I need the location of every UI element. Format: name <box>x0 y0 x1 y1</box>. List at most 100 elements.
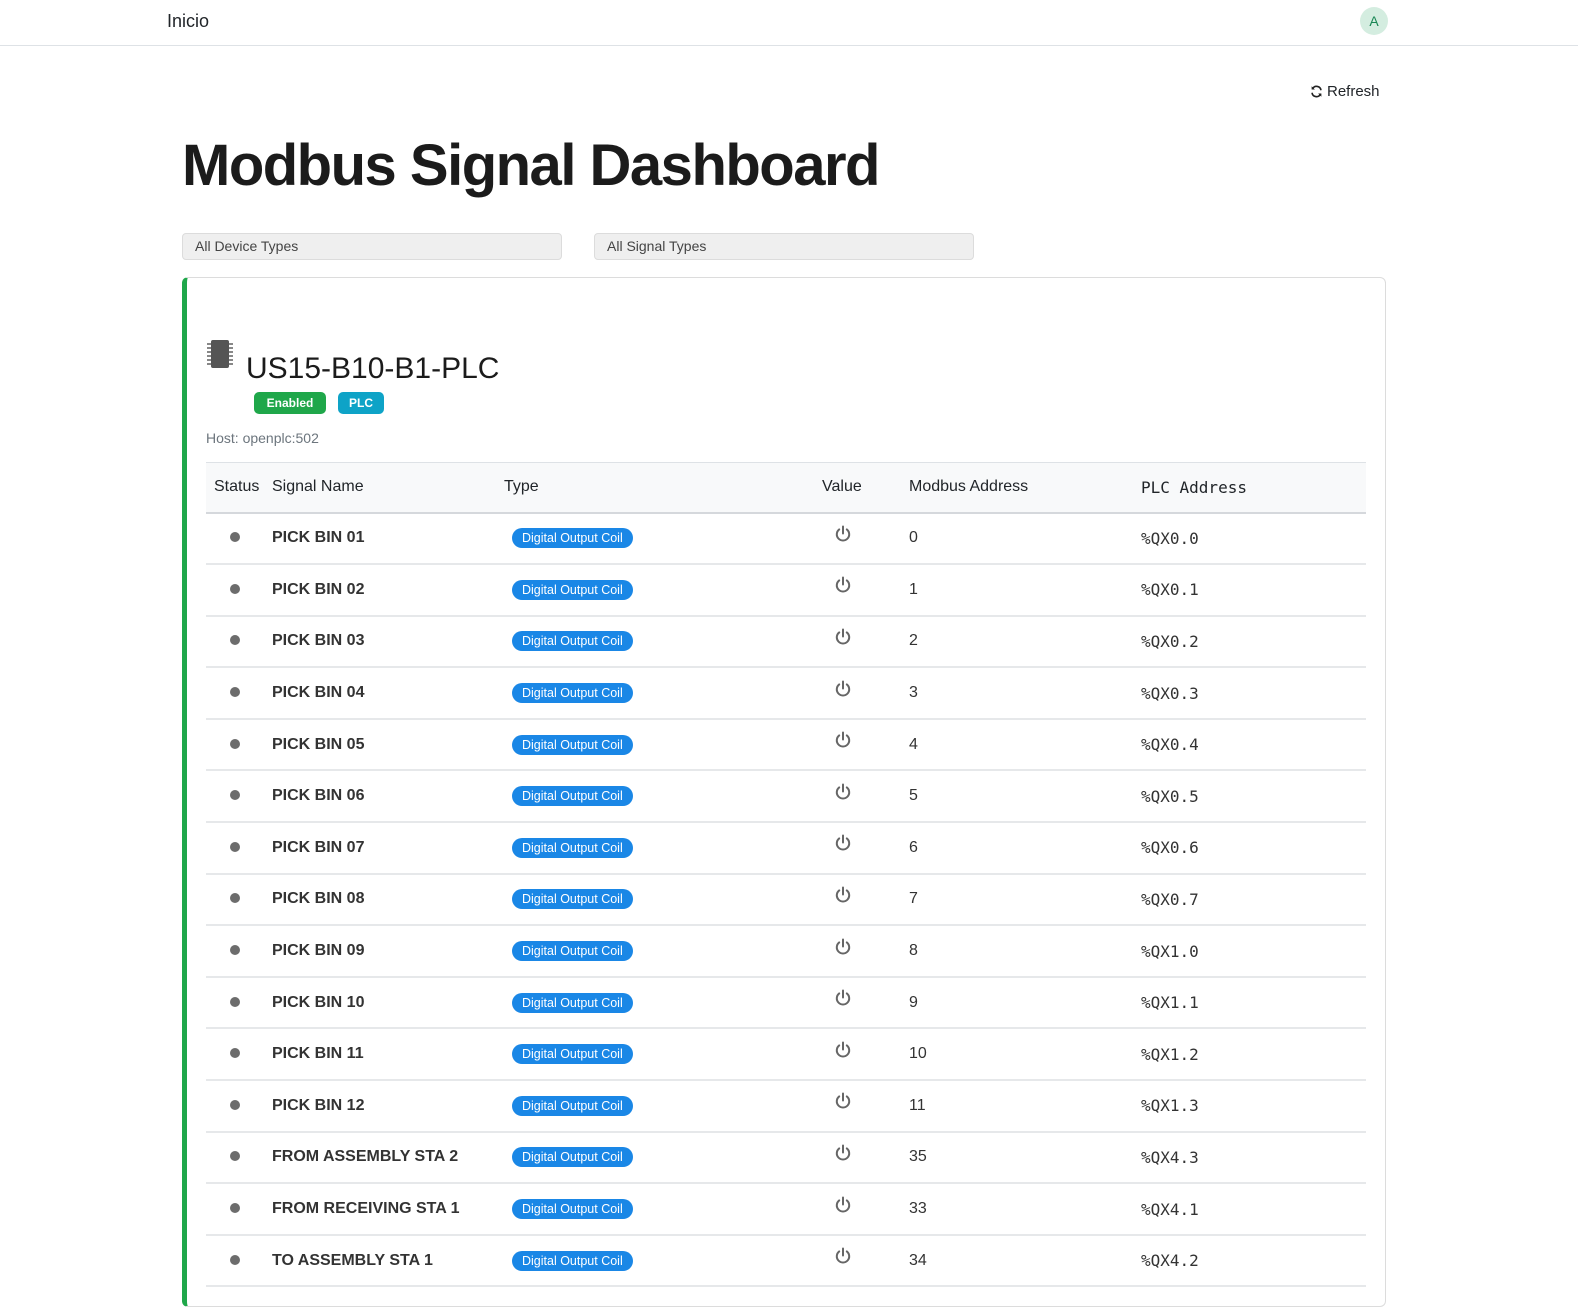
status-dot <box>230 841 240 852</box>
refresh-button[interactable]: Refresh <box>1310 83 1380 100</box>
signal-type-badge: Digital Output Coil <box>512 992 633 1013</box>
modbus-address: 4 <box>909 735 918 753</box>
table-row: FROM ASSEMBLY STA 2 Digital Output Coil 35… <box>206 1132 1366 1184</box>
nav-brand-link[interactable]: Inicio <box>167 11 209 32</box>
signal-name: TO ASSEMBLY STA 1 <box>272 1251 433 1269</box>
status-dot <box>230 893 240 904</box>
enabled-badge: Enabled <box>254 392 326 414</box>
signal-name: PICK BIN 08 <box>272 890 365 908</box>
signal-type-badge: Digital Output Coil <box>512 941 633 962</box>
refresh-icon <box>1311 85 1322 98</box>
modbus-address: 0 <box>909 529 918 547</box>
power-icon[interactable] <box>834 886 852 904</box>
table-row: FROM RECEIVING STA 1 Digital Output Coil 3… <box>206 1183 1366 1235</box>
table-row: TO ASSEMBLY STA 1 Digital Output Coil 34 %Q… <box>206 1235 1366 1287</box>
power-icon[interactable] <box>834 1041 852 1059</box>
table-row: PICK BIN 09 Digital Output Coil 8 %QX1.0 <box>206 925 1366 977</box>
status-dot <box>230 1203 240 1214</box>
modbus-address: 1 <box>909 580 918 598</box>
power-icon[interactable] <box>834 680 852 698</box>
plc-address: %QX0.0 <box>1141 528 1199 548</box>
plc-address: %QX0.4 <box>1141 735 1199 755</box>
signal-name: PICK BIN 06 <box>272 787 365 805</box>
modbus-address: 34 <box>909 1251 927 1269</box>
device-type-badge: PLC <box>338 392 384 414</box>
signal-name: PICK BIN 01 <box>272 529 365 547</box>
signal-name: PICK BIN 07 <box>272 838 365 856</box>
modbus-address: 8 <box>909 942 918 960</box>
signal-type-filter[interactable]: All Signal Types <box>594 233 974 260</box>
modbus-address: 5 <box>909 787 918 805</box>
device-type-filter[interactable]: All Device Types <box>182 233 562 260</box>
power-icon[interactable] <box>834 1196 852 1214</box>
signal-type-badge: Digital Output Coil <box>512 1147 633 1168</box>
modbus-address: 33 <box>909 1200 927 1218</box>
table-row: PICK BIN 03 Digital Output Coil 2 %QX0.2 <box>206 616 1366 668</box>
signal-type-badge: Digital Output Coil <box>512 1044 633 1065</box>
status-dot <box>230 687 240 698</box>
table-row: PICK BIN 02 Digital Output Coil 1 %QX0.1 <box>206 564 1366 616</box>
signal-name: PICK BIN 12 <box>272 1096 365 1114</box>
signal-name: PICK BIN 02 <box>272 580 365 598</box>
signal-name: PICK BIN 05 <box>272 735 365 753</box>
signal-name: PICK BIN 10 <box>272 993 365 1011</box>
device-name: US15-B10-B1-PLC <box>246 352 500 385</box>
signal-type-badge: Digital Output Coil <box>512 1250 633 1271</box>
signal-name: FROM ASSEMBLY STA 2 <box>272 1148 459 1166</box>
signal-type-badge: Digital Output Coil <box>512 889 633 910</box>
status-dot <box>230 1254 240 1265</box>
status-dot <box>230 532 240 543</box>
status-dot <box>230 1151 240 1162</box>
status-dot <box>230 1048 240 1059</box>
plc-address: %QX1.3 <box>1141 1096 1199 1116</box>
signal-type-badge: Digital Output Coil <box>512 837 633 858</box>
chip-icon <box>207 340 233 368</box>
modbus-address: 7 <box>909 890 918 908</box>
status-dot <box>230 635 240 646</box>
plc-address: %QX4.3 <box>1141 1147 1199 1167</box>
status-dot <box>230 996 240 1007</box>
page-title: Modbus Signal Dashboard <box>182 133 881 198</box>
power-icon[interactable] <box>834 938 852 956</box>
plc-address: %QX0.3 <box>1141 683 1199 703</box>
status-dot <box>230 583 240 594</box>
signal-type-badge: Digital Output Coil <box>512 579 633 600</box>
table-row: PICK BIN 07 Digital Output Coil 6 %QX0.6 <box>206 822 1366 874</box>
power-icon[interactable] <box>834 1092 852 1110</box>
power-icon[interactable] <box>834 576 852 594</box>
plc-address: %QX4.1 <box>1141 1199 1199 1219</box>
power-icon[interactable] <box>834 1247 852 1265</box>
power-icon[interactable] <box>834 628 852 646</box>
table-header-row: Status Signal Name Type Value Modbus Add… <box>206 462 1366 513</box>
signal-type-badge: Digital Output Coil <box>512 1095 633 1116</box>
power-icon[interactable] <box>834 783 852 801</box>
plc-address: %QX0.7 <box>1141 889 1199 909</box>
power-icon[interactable] <box>834 1144 852 1162</box>
refresh-label: Refresh <box>1327 83 1380 100</box>
status-dot <box>230 945 240 956</box>
signal-type-badge: Digital Output Coil <box>512 683 633 704</box>
power-icon[interactable] <box>834 731 852 749</box>
signal-type-badge: Digital Output Coil <box>512 786 633 807</box>
signal-type-badge: Digital Output Coil <box>512 1199 633 1220</box>
modbus-address: 6 <box>909 838 918 856</box>
modbus-address: 10 <box>909 1045 927 1063</box>
signal-name: PICK BIN 11 <box>272 1045 364 1063</box>
plc-address: %QX0.5 <box>1141 786 1199 806</box>
status-dot <box>230 738 240 749</box>
modbus-address: 35 <box>909 1148 927 1166</box>
power-icon[interactable] <box>834 525 852 543</box>
plc-address: %QX0.1 <box>1141 580 1199 600</box>
signal-name: PICK BIN 09 <box>272 942 365 960</box>
signal-name: PICK BIN 03 <box>272 632 365 650</box>
signal-type-badge: Digital Output Coil <box>512 528 633 549</box>
table-row: PICK BIN 10 Digital Output Coil 9 %QX1.1 <box>206 977 1366 1029</box>
top-navbar: Inicio A <box>0 0 1578 46</box>
status-dot <box>230 790 240 801</box>
power-icon[interactable] <box>834 834 852 852</box>
user-avatar[interactable]: A <box>1360 7 1388 35</box>
modbus-address: 9 <box>909 993 918 1011</box>
power-icon[interactable] <box>834 989 852 1007</box>
table-row: PICK BIN 06 Digital Output Coil 5 %QX0.5 <box>206 770 1366 823</box>
table-row: PICK BIN 01 Digital Output Coil 0 %QX0.0 <box>206 513 1366 565</box>
